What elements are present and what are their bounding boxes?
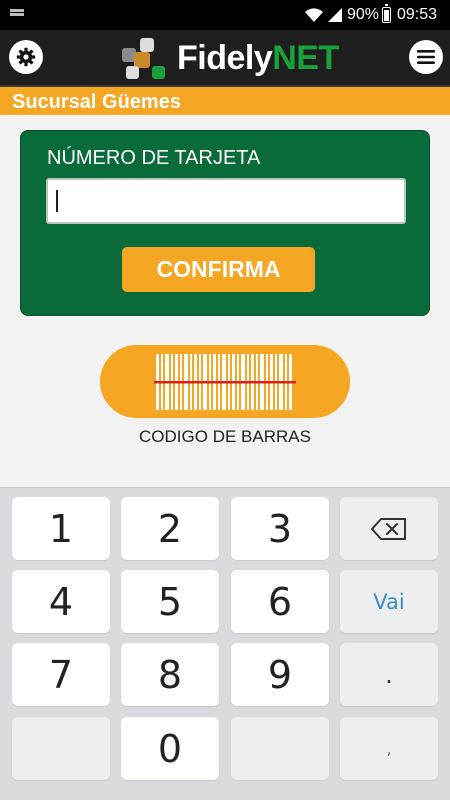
backspace-icon <box>371 517 406 540</box>
logo-text: FidelyNET <box>177 39 339 78</box>
fidelynet-logo: FidelyNET <box>122 36 339 80</box>
wifi-icon <box>305 8 323 22</box>
menu-button[interactable] <box>409 40 443 74</box>
gear-icon <box>16 47 36 67</box>
key-0[interactable]: 0 <box>121 717 219 780</box>
key-4[interactable]: 4 <box>12 570 110 633</box>
key-8[interactable]: 8 <box>121 643 219 706</box>
key-1[interactable]: 1 <box>12 497 110 560</box>
battery-percent: 90% <box>347 6 380 23</box>
branch-title: Sucursal Güemes <box>12 91 181 113</box>
empty-key <box>231 717 329 780</box>
logo-text-fidely: Fidely <box>177 39 273 77</box>
key-9[interactable]: 9 <box>231 643 329 706</box>
branch-bar: Sucursal Güemes <box>0 85 450 115</box>
notification-icon <box>10 9 24 19</box>
barcode-scan-icon <box>154 354 296 410</box>
card-number-input[interactable] <box>46 178 406 224</box>
go-key[interactable]: Vai <box>340 570 438 633</box>
text-caret <box>56 190 58 212</box>
battery-icon <box>382 4 391 23</box>
numeric-keyboard: 1 2 3 4 5 6 Vai 7 8 9 . 0 , <box>0 487 450 800</box>
logo-text-net: NET <box>272 39 339 77</box>
empty-key <box>12 717 110 780</box>
clock: 09:53 <box>397 6 438 23</box>
key-5[interactable]: 5 <box>121 570 219 633</box>
logo-mark-icon <box>122 38 168 80</box>
key-6[interactable]: 6 <box>231 570 329 633</box>
key-2[interactable]: 2 <box>121 497 219 560</box>
barcode-scan-button[interactable] <box>100 345 350 418</box>
dot-key[interactable]: . <box>340 643 438 706</box>
backspace-key[interactable] <box>340 497 438 560</box>
status-bar: 90% 09:53 <box>0 0 450 30</box>
card-number-panel: NÚMERO DE TARJETA CONFIRMA <box>20 130 430 316</box>
screen: 90% 09:53 FidelyNET Sucursal Güemes NÚME… <box>0 0 450 800</box>
signal-icon <box>328 8 342 22</box>
hamburger-menu-icon <box>417 50 435 64</box>
comma-key[interactable]: , <box>340 717 438 780</box>
barcode-label: CODIGO DE BARRAS <box>139 427 311 446</box>
key-3[interactable]: 3 <box>231 497 329 560</box>
key-7[interactable]: 7 <box>12 643 110 706</box>
confirm-button[interactable]: CONFIRMA <box>122 247 315 292</box>
card-number-label: NÚMERO DE TARJETA <box>47 147 261 169</box>
app-header: FidelyNET <box>0 30 450 85</box>
settings-button[interactable] <box>9 40 43 74</box>
